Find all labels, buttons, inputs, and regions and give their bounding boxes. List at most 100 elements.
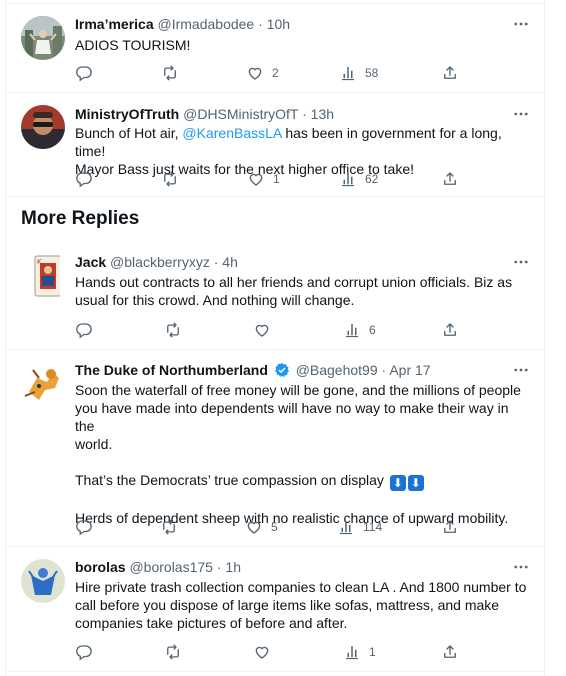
separator: · xyxy=(302,106,307,122)
section-heading-more-replies: More Replies xyxy=(21,208,140,229)
timestamp[interactable]: 13h xyxy=(311,106,334,122)
timestamp[interactable]: 10h xyxy=(267,16,290,32)
more-icon[interactable] xyxy=(512,15,530,33)
display-name[interactable]: The Duke of Northumberland xyxy=(75,362,268,378)
display-name[interactable]: borolas xyxy=(75,559,126,575)
tweet-borolas[interactable]: borolas @borolas175 · 1h Hire private tr… xyxy=(6,547,544,672)
tweet-line: Bunch of Hot air, @KarenBassLA has been … xyxy=(75,124,528,160)
action-bar: 1 xyxy=(75,642,531,662)
more-icon[interactable] xyxy=(512,105,530,123)
action-bar: 2 58 xyxy=(75,63,531,83)
tweet-line: Soon the waterfall of free money will be… xyxy=(75,382,521,398)
display-name[interactable]: Irma’merica xyxy=(75,16,154,32)
tweet-irmamerica[interactable]: Irma’merica @Irmadabodee · 10h ADIOS TOU… xyxy=(6,4,544,93)
verified-icon xyxy=(274,363,289,377)
reply-icon xyxy=(75,321,93,339)
timestamp[interactable]: 4h xyxy=(222,254,238,270)
like-button[interactable]: 5 xyxy=(245,517,278,537)
tweet-text: Hands out contracts to all her friends a… xyxy=(75,273,528,309)
display-name[interactable]: Jack xyxy=(75,254,106,270)
tweet-header: MinistryOfTruth @DHSMinistryOfT · 13h xyxy=(75,105,334,123)
tweet-jack[interactable]: K Jack @blackberryxyz · 4h Hands out con… xyxy=(6,242,544,350)
reply-button[interactable] xyxy=(75,320,101,340)
svg-text:K: K xyxy=(37,258,42,266)
tweet-duke-of-northumberland[interactable]: The Duke of Northumberland @Bagehot99 · … xyxy=(6,350,544,547)
tweet-header: The Duke of Northumberland @Bagehot99 · … xyxy=(75,361,431,379)
handle[interactable]: @Irmadabodee xyxy=(158,16,255,32)
retweet-button[interactable] xyxy=(161,63,187,83)
retweet-icon xyxy=(161,64,179,82)
handle[interactable]: @DHSMinistryOfT xyxy=(183,106,298,122)
like-icon xyxy=(246,64,264,82)
views-icon xyxy=(337,518,355,536)
like-button[interactable]: 1 xyxy=(247,169,280,189)
like-button[interactable] xyxy=(253,320,279,340)
share-button[interactable] xyxy=(441,169,459,189)
retweet-button[interactable] xyxy=(160,517,186,537)
share-button[interactable] xyxy=(441,320,459,340)
handle[interactable]: @blackberryxyz xyxy=(110,254,210,270)
views-button[interactable]: 1 xyxy=(343,642,376,662)
tweet-header: Jack @blackberryxyz · 4h xyxy=(75,253,238,271)
more-icon[interactable] xyxy=(512,558,530,576)
share-icon xyxy=(441,518,459,536)
share-button[interactable] xyxy=(441,517,459,537)
avatar[interactable] xyxy=(21,559,65,603)
reply-button[interactable] xyxy=(75,517,101,537)
avatar[interactable]: K xyxy=(26,254,60,298)
views-count: 114 xyxy=(363,520,383,534)
separator: · xyxy=(213,254,219,270)
tweet-ministryoftruth[interactable]: MinistryOfTruth @DHSMinistryOfT · 13h Bu… xyxy=(6,93,544,197)
like-button[interactable]: 2 xyxy=(246,63,279,83)
retweet-button[interactable] xyxy=(164,320,190,340)
reply-icon xyxy=(75,643,93,661)
reply-icon xyxy=(75,518,93,536)
tweet-line: call before you dispose of large items l… xyxy=(75,597,500,613)
avatar[interactable] xyxy=(21,16,65,60)
retweet-icon xyxy=(161,170,179,188)
retweet-icon xyxy=(164,321,182,339)
retweet-button[interactable] xyxy=(164,642,190,662)
timestamp[interactable]: 1h xyxy=(225,559,241,575)
tweet-line: Hire private trash collection companies … xyxy=(75,579,527,595)
retweet-icon xyxy=(164,643,182,661)
tweet-header: Irma’merica @Irmadabodee · 10h xyxy=(75,15,290,33)
views-button[interactable]: 6 xyxy=(343,320,376,340)
reply-icon xyxy=(75,64,93,82)
more-icon[interactable] xyxy=(512,253,530,271)
tweet-line: you have made into dependents will have … xyxy=(75,400,509,434)
reply-button[interactable] xyxy=(75,642,101,662)
display-name[interactable]: MinistryOfTruth xyxy=(75,106,179,122)
avatar[interactable] xyxy=(21,105,65,149)
views-button[interactable]: 114 xyxy=(337,517,382,537)
tweet-line: Hands out contracts to all her friends a… xyxy=(75,274,513,290)
share-button[interactable] xyxy=(441,642,459,662)
retweet-button[interactable] xyxy=(161,169,187,189)
like-button[interactable] xyxy=(253,642,279,662)
share-icon xyxy=(441,64,459,82)
like-count: 1 xyxy=(273,172,280,186)
like-icon xyxy=(247,170,265,188)
mention-link[interactable]: @KarenBassLA xyxy=(182,125,281,141)
like-count: 2 xyxy=(272,66,279,80)
more-icon[interactable] xyxy=(512,361,530,379)
tweet-line: companies take pictures of before and af… xyxy=(75,615,348,631)
text-fragment: That’s the Democrats’ true compassion on… xyxy=(75,472,384,488)
handle[interactable]: @borolas175 xyxy=(129,559,213,575)
action-bar: 1 62 xyxy=(75,169,531,189)
timestamp[interactable]: Apr 17 xyxy=(389,362,430,378)
views-count: 62 xyxy=(365,172,379,186)
tweet-text: Soon the waterfall of free money will be… xyxy=(75,381,528,527)
replies-feed: Irma’merica @Irmadabodee · 10h ADIOS TOU… xyxy=(5,0,545,676)
tweet-line: ADIOS TOURISM! xyxy=(75,37,191,53)
reply-button[interactable] xyxy=(75,63,101,83)
views-button[interactable]: 58 xyxy=(339,63,378,83)
views-button[interactable]: 62 xyxy=(339,169,378,189)
share-button[interactable] xyxy=(441,63,459,83)
text-fragment: Bunch of Hot air, xyxy=(75,125,183,141)
reply-button[interactable] xyxy=(75,169,101,189)
tweet-line: That’s the Democrats’ true compassion on… xyxy=(75,471,528,491)
handle[interactable]: @Bagehot99 xyxy=(296,362,378,378)
tweet-text: Hire private trash collection companies … xyxy=(75,578,528,632)
avatar[interactable] xyxy=(21,362,65,406)
